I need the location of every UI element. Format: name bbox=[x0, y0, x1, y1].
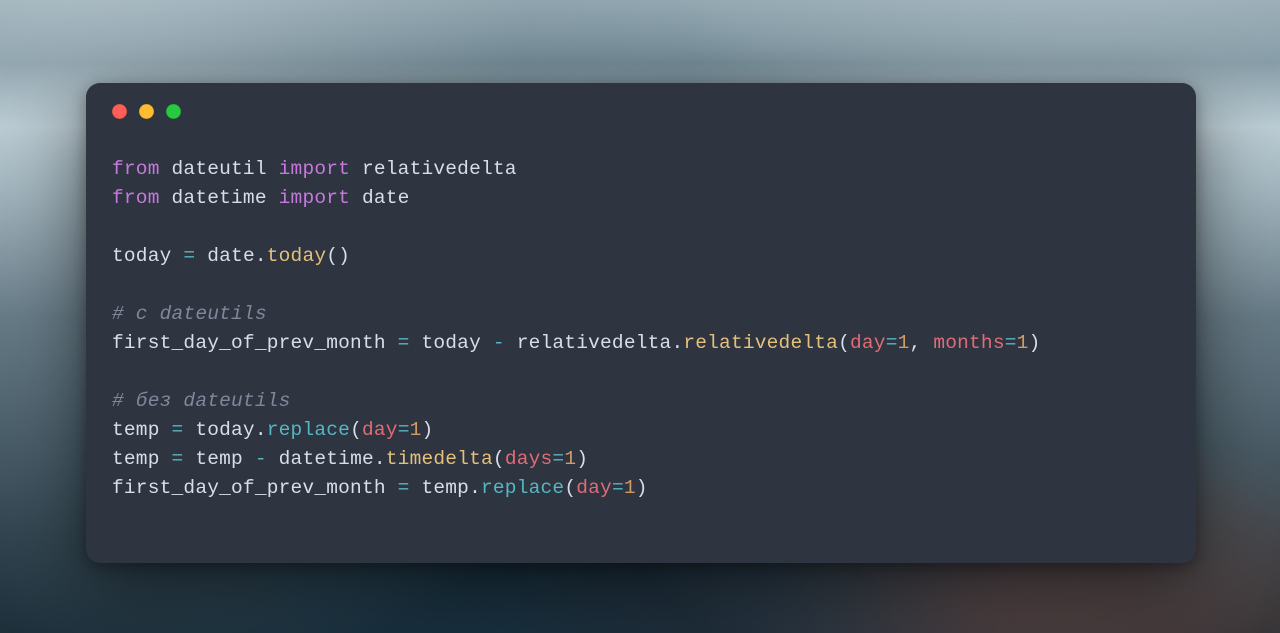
param-months: months bbox=[933, 332, 1004, 354]
num-1: 1 bbox=[410, 419, 422, 441]
paren-close: ) bbox=[576, 448, 588, 470]
fn-today: today bbox=[267, 245, 327, 267]
paren-close: ) bbox=[422, 419, 434, 441]
op-eq: = bbox=[398, 419, 410, 441]
op-assign: = bbox=[398, 332, 410, 354]
code-line-6: # c dateutils bbox=[112, 303, 267, 325]
var-temp: temp bbox=[112, 448, 160, 470]
var-today: today bbox=[421, 332, 481, 354]
comment-with-dateutils: # c dateutils bbox=[112, 303, 267, 325]
dot: . bbox=[469, 477, 481, 499]
op-minus: - bbox=[493, 332, 505, 354]
dot: . bbox=[255, 419, 267, 441]
obj-today: today bbox=[195, 419, 255, 441]
op-eq: = bbox=[886, 332, 898, 354]
paren-open: ( bbox=[493, 448, 505, 470]
code-window: from dateutil import relativedelta from … bbox=[86, 83, 1196, 563]
var-temp: temp bbox=[195, 448, 243, 470]
param-days: days bbox=[505, 448, 553, 470]
keyword-import: import bbox=[279, 158, 350, 180]
fn-replace: replace bbox=[481, 477, 564, 499]
imported-date: date bbox=[362, 187, 410, 209]
window-traffic-lights bbox=[112, 103, 1170, 119]
code-line-8 bbox=[112, 361, 124, 383]
var-today: today bbox=[112, 245, 172, 267]
mod-datetime: datetime bbox=[279, 448, 374, 470]
op-assign: = bbox=[172, 448, 184, 470]
code-line-2: from datetime import date bbox=[112, 187, 410, 209]
op-assign: = bbox=[183, 245, 195, 267]
fn-replace: replace bbox=[267, 419, 350, 441]
comment-without-dateutils: # без dateutils bbox=[112, 390, 291, 412]
paren-open: ( bbox=[350, 419, 362, 441]
obj-temp: temp bbox=[421, 477, 469, 499]
paren-close: ) bbox=[636, 477, 648, 499]
code-line-3 bbox=[112, 216, 124, 238]
op-assign: = bbox=[172, 419, 184, 441]
obj-date: date bbox=[207, 245, 255, 267]
keyword-from: from bbox=[112, 187, 160, 209]
paren-close: ) bbox=[1029, 332, 1041, 354]
code-line-12: first_day_of_prev_month = temp.replace(d… bbox=[112, 477, 648, 499]
comma: , bbox=[910, 332, 922, 354]
code-line-5 bbox=[112, 274, 124, 296]
mod-relativedelta: relativedelta bbox=[517, 332, 672, 354]
imported-relativedelta: relativedelta bbox=[362, 158, 517, 180]
op-assign: = bbox=[398, 477, 410, 499]
keyword-import: import bbox=[279, 187, 350, 209]
code-block: from dateutil import relativedelta from … bbox=[112, 155, 1170, 503]
num-1: 1 bbox=[624, 477, 636, 499]
param-day: day bbox=[576, 477, 612, 499]
param-day: day bbox=[850, 332, 886, 354]
num-1: 1 bbox=[1017, 332, 1029, 354]
minimize-icon[interactable] bbox=[139, 104, 154, 119]
code-line-4: today = date.today() bbox=[112, 245, 350, 267]
code-line-9: # без dateutils bbox=[112, 390, 291, 412]
dot: . bbox=[671, 332, 683, 354]
var-first-day: first_day_of_prev_month bbox=[112, 332, 386, 354]
parens: () bbox=[326, 245, 350, 267]
dot: . bbox=[374, 448, 386, 470]
param-day: day bbox=[362, 419, 398, 441]
paren-open: ( bbox=[838, 332, 850, 354]
code-line-7: first_day_of_prev_month = today - relati… bbox=[112, 332, 1040, 354]
code-line-10: temp = today.replace(day=1) bbox=[112, 419, 433, 441]
module-dateutil: dateutil bbox=[172, 158, 267, 180]
code-line-11: temp = temp - datetime.timedelta(days=1) bbox=[112, 448, 588, 470]
module-datetime: datetime bbox=[172, 187, 267, 209]
var-first-day: first_day_of_prev_month bbox=[112, 477, 386, 499]
dot: . bbox=[255, 245, 267, 267]
op-eq: = bbox=[612, 477, 624, 499]
close-icon[interactable] bbox=[112, 104, 127, 119]
fn-timedelta: timedelta bbox=[386, 448, 493, 470]
op-eq: = bbox=[1005, 332, 1017, 354]
op-minus: - bbox=[255, 448, 267, 470]
num-1: 1 bbox=[564, 448, 576, 470]
var-temp: temp bbox=[112, 419, 160, 441]
maximize-icon[interactable] bbox=[166, 104, 181, 119]
code-line-1: from dateutil import relativedelta bbox=[112, 158, 517, 180]
op-eq: = bbox=[552, 448, 564, 470]
keyword-from: from bbox=[112, 158, 160, 180]
num-1: 1 bbox=[898, 332, 910, 354]
paren-open: ( bbox=[564, 477, 576, 499]
fn-relativedelta: relativedelta bbox=[683, 332, 838, 354]
